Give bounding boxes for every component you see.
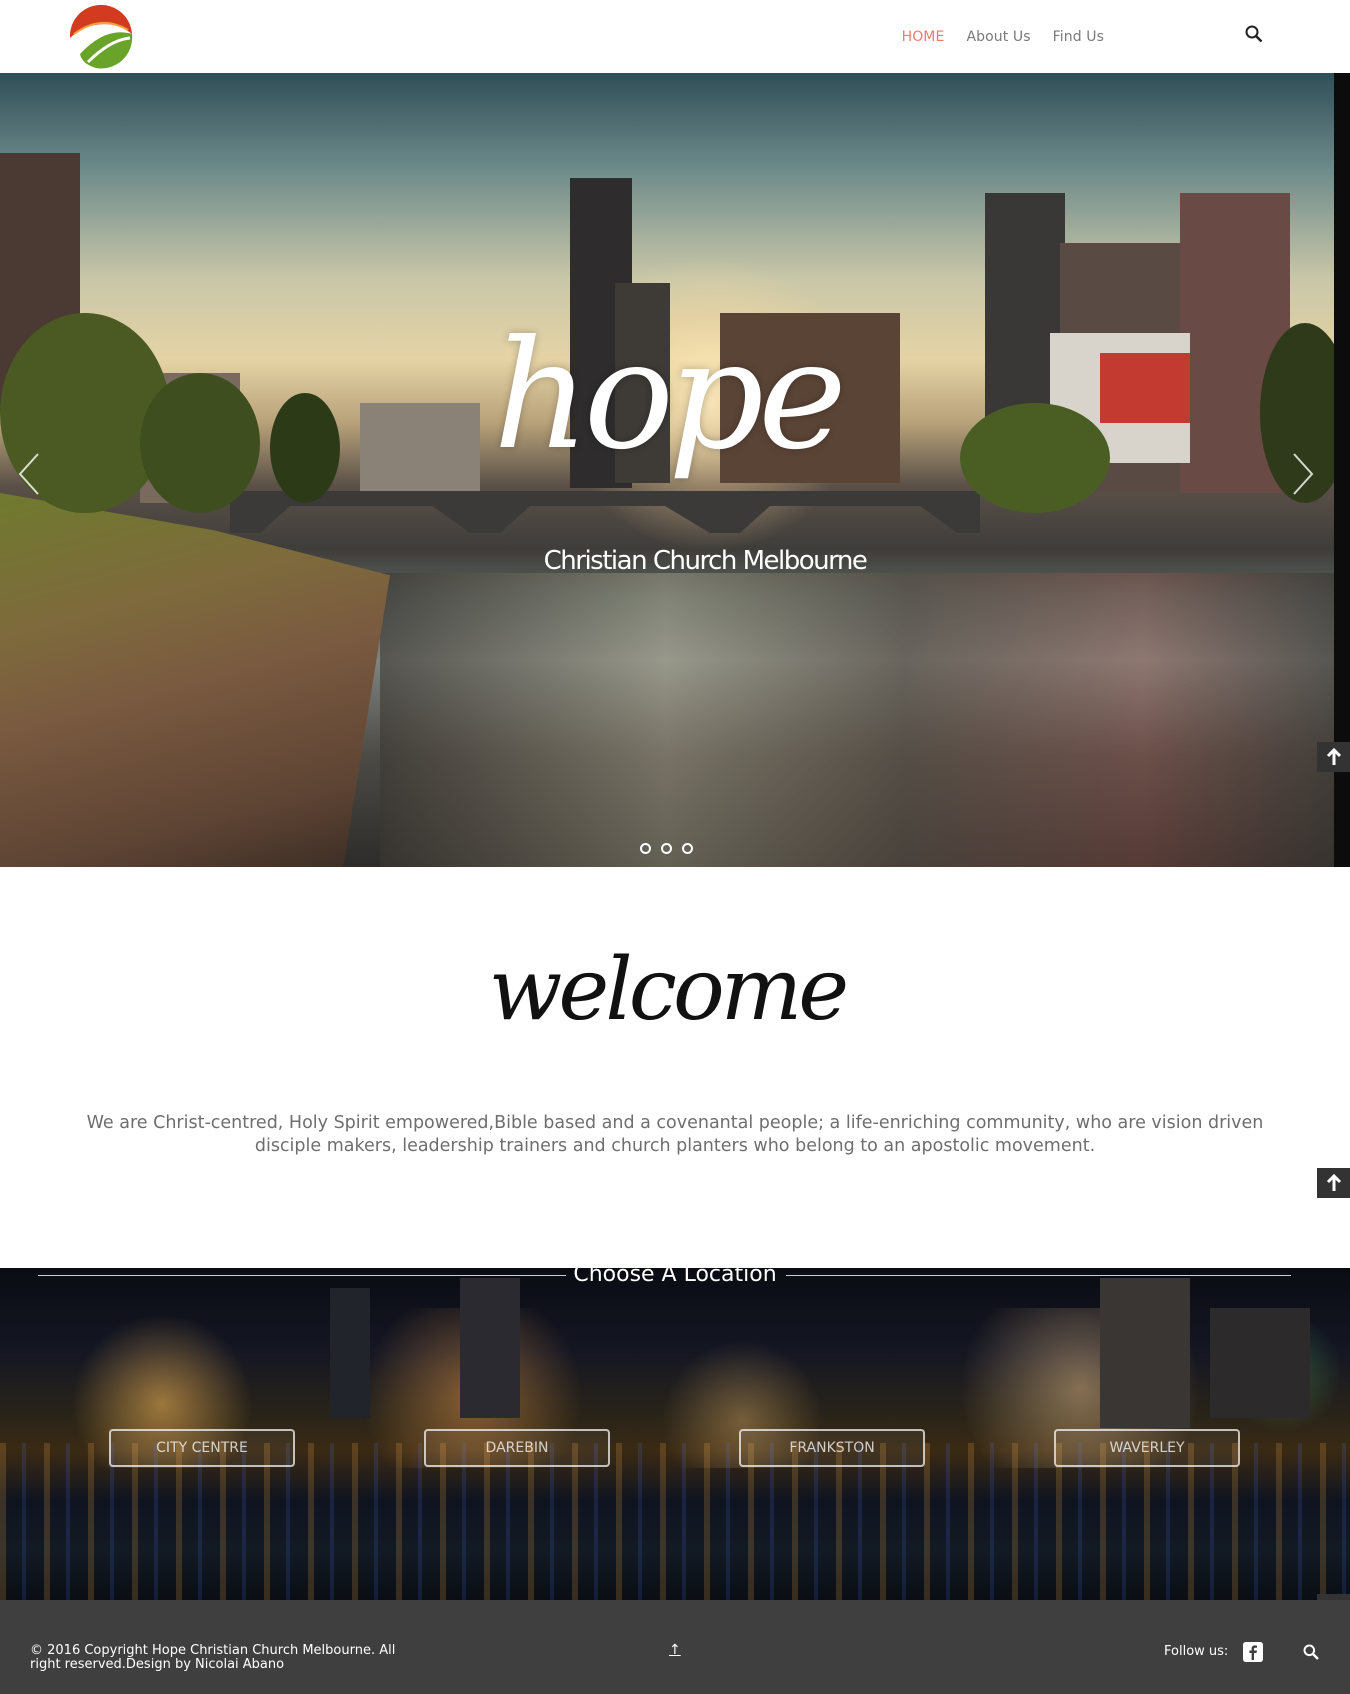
facebook-icon[interactable] (1243, 1642, 1263, 1662)
back-to-top-button[interactable] (1317, 1168, 1350, 1198)
slider-prev-arrow-icon[interactable] (18, 452, 40, 496)
welcome-text: We are Christ-centred, Holy Spirit empow… (86, 1113, 1264, 1156)
main-nav: HOME About Us Find Us (902, 0, 1104, 73)
site-header: HOME About Us Find Us (0, 0, 1334, 73)
follow-us-label: Follow us: (1164, 1644, 1229, 1659)
location-button-darebin[interactable]: DAREBIN (424, 1429, 610, 1467)
slider-next-arrow-icon[interactable] (1292, 452, 1314, 496)
site-footer: © 2016 Copyright Hope Christian Church M… (0, 1600, 1350, 1694)
slider-dot-1[interactable] (640, 843, 651, 854)
arrow-up-icon (1326, 1174, 1341, 1191)
slider-dots (640, 843, 693, 854)
slider-dot-3[interactable] (682, 843, 693, 854)
building (330, 1288, 370, 1418)
arrow-up-icon (1326, 748, 1341, 765)
building (1210, 1308, 1310, 1418)
hero-title: hope (493, 309, 847, 483)
nav-about-us[interactable]: About Us (966, 29, 1030, 45)
nav-find-us[interactable]: Find Us (1053, 29, 1104, 45)
location-button-frankston[interactable]: FRANKSTON (739, 1429, 925, 1467)
footer-copyright: © 2016 Copyright Hope Christian Church M… (30, 1643, 396, 1672)
footer-search-icon[interactable] (1303, 1644, 1319, 1660)
building (1100, 1278, 1190, 1428)
locations-section: Choose A Location CITY CENTRE DAREBIN FR… (0, 1268, 1350, 1600)
location-button-waverley[interactable]: WAVERLEY (1054, 1429, 1240, 1467)
building (460, 1278, 520, 1418)
hero-subtitle: Christian Church Melbourne (543, 546, 868, 576)
search-icon[interactable] (1245, 25, 1263, 43)
nav-home[interactable]: HOME (902, 29, 945, 45)
hero-slider: hope Christian Church Melbourne (0, 73, 1334, 867)
river-reflection (380, 573, 1334, 867)
locations-heading: Choose A Location (573, 1268, 777, 1287)
location-button-city-centre[interactable]: CITY CENTRE (109, 1429, 295, 1467)
welcome-heading: welcome (488, 940, 849, 1040)
church-logo[interactable] (66, 4, 136, 72)
footer-scroll-up-link[interactable]: ↑ (669, 1642, 681, 1658)
back-to-top-button[interactable] (1317, 742, 1350, 772)
slider-dot-2[interactable] (661, 843, 672, 854)
